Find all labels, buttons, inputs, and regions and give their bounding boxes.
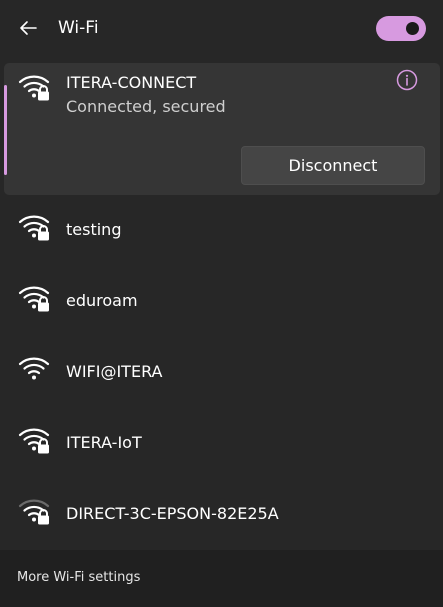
network-row-direct-epson[interactable]: DIRECT-3C-EPSON-82E25A bbox=[0, 479, 443, 550]
more-wifi-settings-link[interactable]: More Wi-Fi settings bbox=[17, 570, 140, 585]
toggle-knob bbox=[406, 22, 419, 35]
selection-indicator bbox=[4, 85, 7, 175]
network-row-testing[interactable]: testing bbox=[0, 195, 443, 266]
disconnect-button[interactable]: Disconnect bbox=[241, 146, 425, 185]
network-row-wifi-itera[interactable]: WIFI@ITERA bbox=[0, 337, 443, 408]
wifi-toggle[interactable] bbox=[376, 16, 426, 41]
connected-network-name: ITERA-CONNECT bbox=[66, 73, 197, 92]
back-button[interactable] bbox=[17, 17, 39, 39]
wifi-secured-icon bbox=[18, 286, 50, 312]
network-name: DIRECT-3C-EPSON-82E25A bbox=[66, 504, 279, 523]
wifi-weak-secured-icon bbox=[18, 499, 50, 525]
wifi-secured-icon bbox=[18, 428, 50, 454]
page-title: Wi-Fi bbox=[58, 18, 99, 38]
back-arrow-icon bbox=[20, 21, 37, 35]
info-icon[interactable] bbox=[396, 69, 418, 91]
connection-status: Connected, secured bbox=[66, 97, 226, 116]
network-name: WIFI@ITERA bbox=[66, 362, 163, 381]
wifi-secured-icon bbox=[18, 75, 50, 101]
wifi-secured-icon bbox=[18, 215, 50, 241]
network-name: testing bbox=[66, 220, 122, 239]
wifi-header: Wi-Fi bbox=[0, 0, 443, 58]
network-row-itera-iot[interactable]: ITERA-IoT bbox=[0, 408, 443, 479]
network-name: eduroam bbox=[66, 291, 138, 310]
network-row-eduroam[interactable]: eduroam bbox=[0, 266, 443, 337]
network-name: ITERA-IoT bbox=[66, 433, 142, 452]
wifi-icon bbox=[18, 357, 50, 380]
